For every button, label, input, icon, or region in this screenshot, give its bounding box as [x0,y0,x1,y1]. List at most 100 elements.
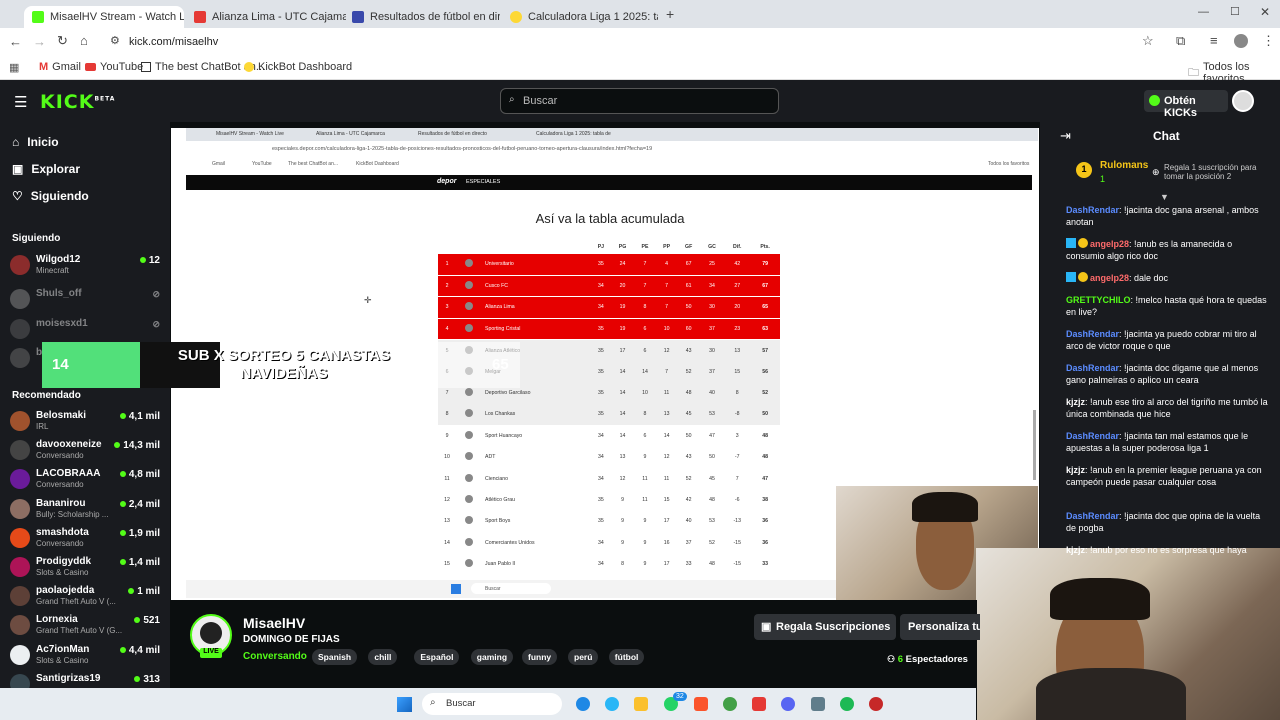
chat-message[interactable]: angelp28: dale doc [1066,272,1272,284]
chat-message[interactable]: DashRendar: !jacinta doc gana arsenal , … [1066,204,1272,228]
reload-icon[interactable]: ↻ [57,33,68,49]
recommended-channel[interactable]: Belosmaki IRL 4,1 mil [10,408,162,438]
url-text[interactable]: kick.com/misaelhv [129,36,218,48]
app-icon[interactable] [869,697,883,711]
tag-chip[interactable]: Español [414,649,460,665]
tag-chip[interactable]: Spanish [312,649,358,665]
table-header-cell [456,240,481,254]
bookmark-gmail[interactable]: M Gmail [39,61,81,73]
overlay-banner-text: SUB X SORTEO 5 CANASTAS NAVIDEÑAS [177,347,391,382]
browser-tab[interactable]: Calculadora Liga 1 2025: tabla de ✕ [502,6,658,28]
browser-tab[interactable]: Alianza Lima - UTC Cajamarca ✕ [186,6,346,28]
tag-chip[interactable]: gaming [470,649,514,665]
chat-message[interactable]: DashRendar: !jacinta doc que opina de la… [1066,510,1272,534]
stat-cell: 9 [621,518,624,525]
channel-name: Belosmaki [36,410,87,421]
gift-subs-button[interactable]: ▣ Regala Suscripciones [754,614,896,640]
app-icon[interactable] [752,697,766,711]
maximize-icon[interactable]: ☐ [1230,5,1240,18]
pinned-gift-leader[interactable]: 1 Rulomans 1 ⊕ Regala 1 suscripción para… [1066,157,1276,191]
offline-icon: ⊘ [152,319,160,329]
site-info-icon[interactable]: ⚙ [110,34,120,47]
kick-logo[interactable]: KICKBETA [40,91,115,113]
new-tab-icon[interactable]: + [666,6,674,22]
points-cell: 50 [750,403,780,426]
stat-cell: 10 [655,318,678,341]
bookmark-star-icon[interactable]: ☆ [1142,33,1154,49]
stat-cell: -6 [734,496,740,503]
discord-icon[interactable] [781,697,795,711]
chevron-down-icon[interactable]: ▼ [1160,192,1169,202]
media-icon[interactable]: ≡ [1210,33,1218,48]
recommended-channel[interactable]: Bananirou Bully: Scholarship ... 2,4 mil [10,496,162,526]
recommended-channel[interactable]: smashdota Conversando 1,9 mil [10,525,162,555]
menu-icon[interactable]: ⋮ [1262,33,1275,49]
calculator-icon[interactable] [811,697,825,711]
forward-icon[interactable]: → [33,34,46,49]
taskbar-search[interactable]: ⌕ Buscar [422,693,562,715]
tag-chip[interactable]: funny [522,649,558,665]
apps-icon[interactable]: ▦ [9,61,19,74]
collapse-chat-icon[interactable]: ⇥ [1060,128,1071,144]
standings-table: PJ PG PE PP GF GC Dif. Pts. 1 Universitario 35 24… [438,240,780,575]
windows-start-icon[interactable] [397,697,412,712]
sidebar-item-inicio[interactable]: ⌂ Inicio [12,135,59,149]
browser-tab[interactable]: MisaelHV Stream - Watch Live ✕ [24,6,184,28]
sidebar-item-siguiendo[interactable]: ♡ Siguiendo [12,189,89,203]
window-close-icon[interactable]: ✕ [1260,5,1270,19]
chat-message[interactable]: kjzjz: !anub en la premier league peruan… [1066,464,1272,488]
chat-message[interactable]: GRETTYCHILO: !melco hasta qué hora te qu… [1066,294,1272,318]
back-icon[interactable]: ← [9,34,22,49]
bookmark-kickbot[interactable]: KickBot Dashboard [244,61,352,73]
sidebar-item-label: Inicio [27,135,59,149]
folder-icon[interactable] [634,697,648,711]
table-header-cell: Pts. [760,244,770,250]
table-row: 12 Atlético Grau 35 9 11 15 42 48 -6 38 [438,489,780,510]
stat-cell: 48 [709,496,715,503]
recommended-channel[interactable]: paolaojedda Grand Theft Auto V (... 1 mi… [10,583,162,613]
following-channel[interactable]: Wilgod12 Minecraft 12 [10,252,162,282]
spotify-icon[interactable] [840,697,854,711]
user-avatar[interactable] [1232,90,1254,112]
stream-category[interactable]: Conversando [243,651,307,662]
home-icon[interactable]: ⌂ [80,33,88,48]
customize-button[interactable]: Personaliza tu [900,614,980,640]
edge-icon[interactable] [576,697,590,711]
bookmark-label: KickBot Dashboard [258,61,353,73]
recommended-channel[interactable]: Ac7ionMan Slots & Casino 4,4 mil [10,642,162,672]
chrome-icon[interactable] [723,697,737,711]
live-dot-icon [134,617,141,624]
channel-name[interactable]: MisaelHV [243,615,305,631]
recommended-channel[interactable]: davooxeneize Conversando 14,3 mil [10,437,162,467]
profile-avatar[interactable] [1234,34,1248,48]
sidebar-item-explorar[interactable]: ▣ Explorar [12,162,80,176]
get-kicks-button[interactable]: Obtén KICKs [1144,90,1228,119]
tag-chip[interactable]: perú [568,649,599,665]
bookmark-youtube[interactable]: YouTube [85,61,143,73]
tag-chip[interactable]: fútbol [608,649,645,665]
tag-chip[interactable]: chill [368,649,398,665]
brave-icon[interactable] [694,697,708,711]
logo-text: KICK [40,91,95,113]
following-channel[interactable]: Shuls_off ⊘ [10,286,162,316]
recommended-channel[interactable]: LACOBRAAA Conversando 4,8 mil [10,466,162,496]
chat-message[interactable]: angelp28: !anub es la amanecida o consum… [1066,238,1272,262]
chat-message[interactable]: DashRendar: !jacinta tan mal estamos que… [1066,430,1272,454]
extensions-icon[interactable]: ⧉ [1176,33,1185,49]
table-row: 9 Sport Huancayo 34 14 6 14 50 47 3 48 [438,425,780,446]
badge-icon [1066,238,1076,248]
chat-message[interactable]: DashRendar: !jacinta doc digame que al m… [1066,362,1272,386]
hamburger-menu-icon[interactable]: ☰ [14,93,27,111]
recommended-channel[interactable]: Lornexia Grand Theft Auto V (G... 521 [10,612,162,642]
recommended-channel[interactable]: Prodigyddk Slots & Casino 1,4 mil [10,554,162,584]
telegram-icon[interactable] [605,697,619,711]
stat-cell: 7 [735,475,739,482]
stream-title: DOMINGO DE FIJAS [243,634,340,645]
chat-message[interactable]: kjzjz: !anub ese tiro al arco del tigriñ… [1066,396,1272,420]
minimize-icon[interactable]: — [1198,6,1209,18]
browser-tab[interactable]: Resultados de fútbol en directo ✕ [344,6,500,28]
points-cell: 47 [762,475,769,482]
chat-message[interactable]: DashRendar: !jacinta ya puedo cobrar mi … [1066,328,1272,352]
search-input[interactable]: ⌕ Buscar [500,88,779,114]
chat-message[interactable]: kjzjz: !anub por eso no es sorpresa que … [1066,544,1272,556]
